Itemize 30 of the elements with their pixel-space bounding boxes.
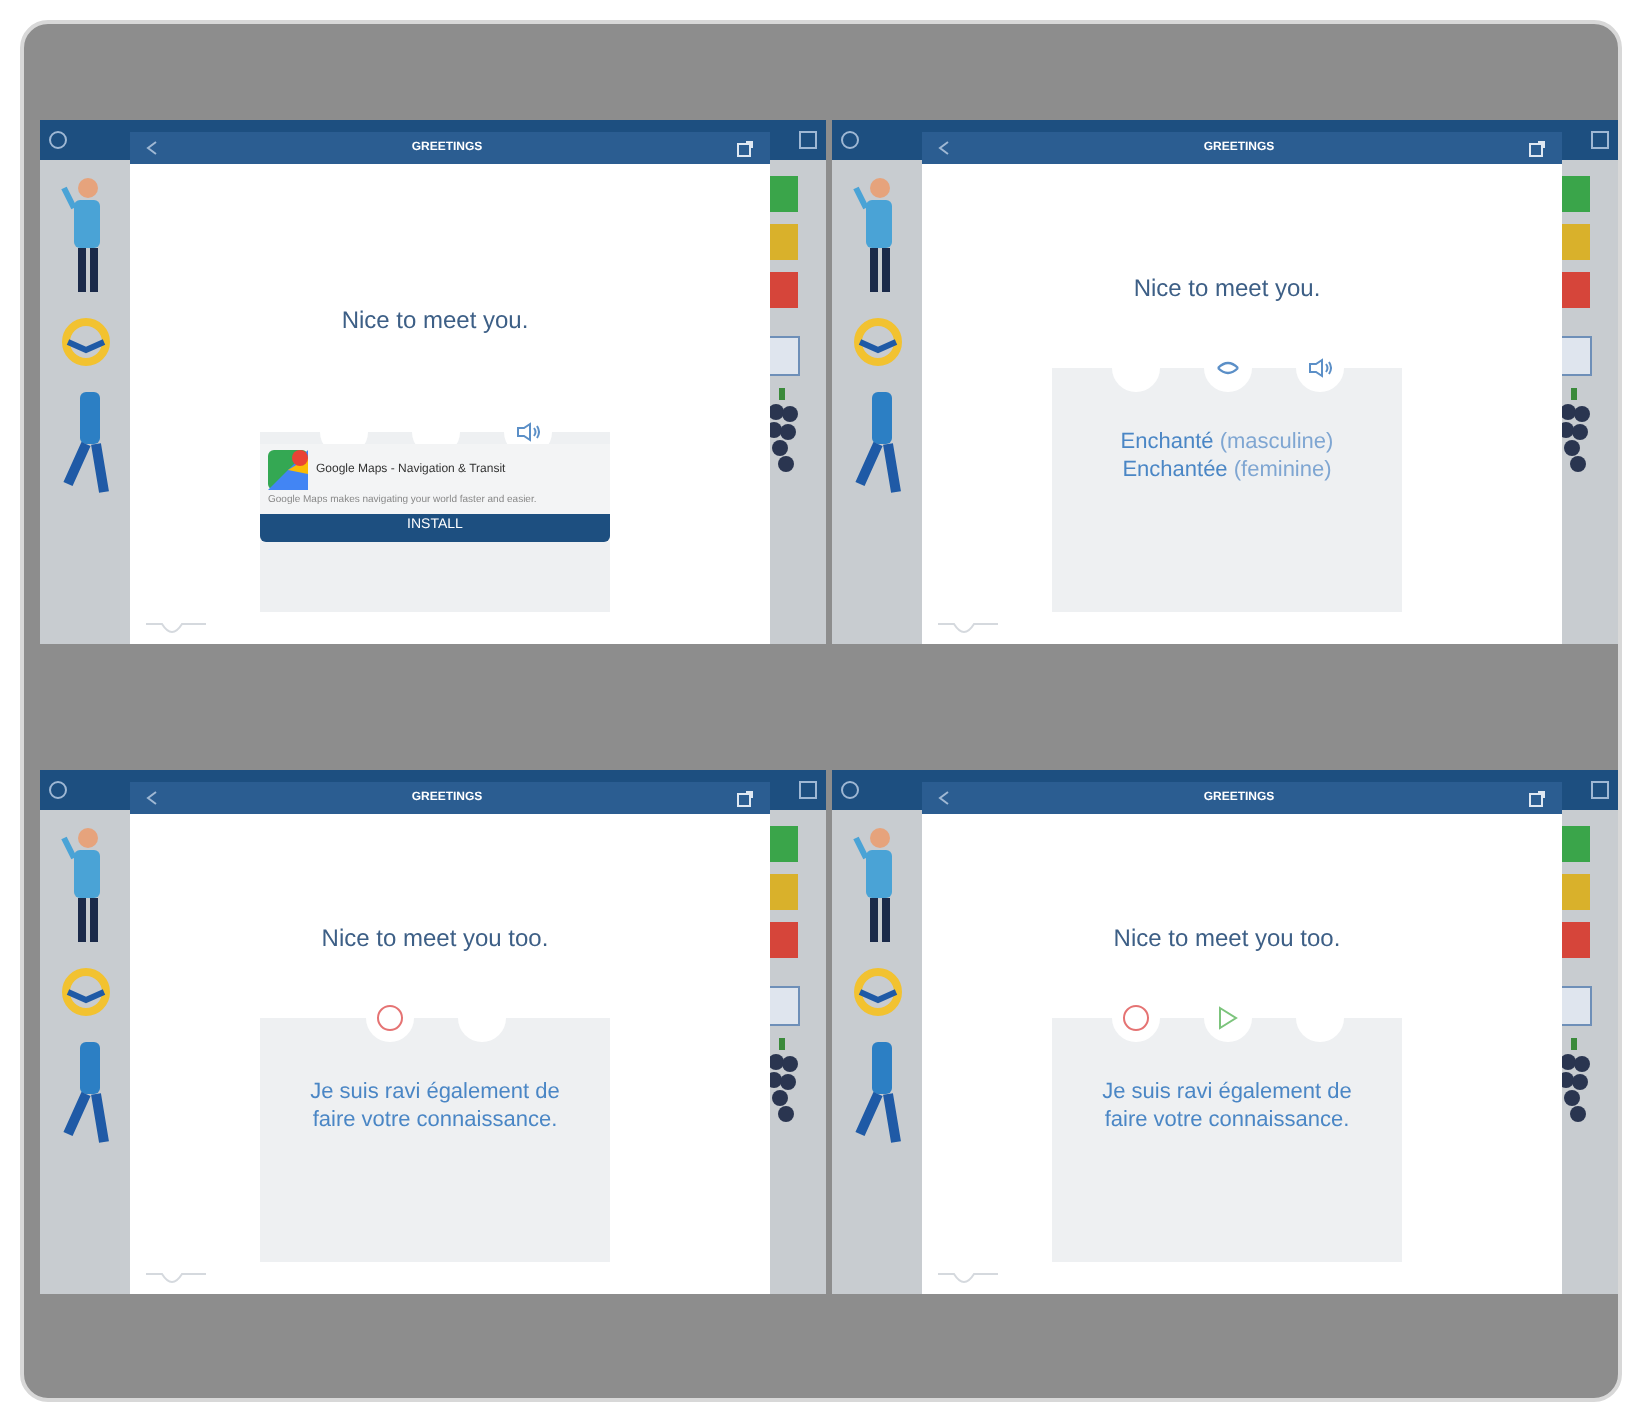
back-chevron-icon[interactable]	[146, 790, 158, 806]
french-translation: Enchanté (masculine)	[1120, 428, 1334, 456]
square-icon	[1590, 130, 1610, 150]
english-phrase: Nice to meet you too.	[321, 922, 549, 956]
record-icon	[1121, 1004, 1149, 1032]
square-icon	[1590, 780, 1610, 800]
speaker-icon	[515, 422, 539, 442]
steering-wheel-icon	[852, 966, 904, 1018]
french-translation: Je suis ravi également de faire votre connaissance.	[1100, 1078, 1354, 1134]
back-chevron-icon[interactable]	[938, 790, 950, 806]
share-icon[interactable]	[1528, 789, 1546, 807]
share-icon[interactable]	[736, 139, 754, 157]
share-icon[interactable]	[1528, 139, 1546, 157]
map-app-icon	[268, 450, 308, 490]
square-icon	[798, 130, 818, 150]
share-icon[interactable]	[736, 789, 754, 807]
english-phrase: Nice to meet you too.	[1113, 922, 1341, 956]
back-chevron-icon[interactable]	[938, 140, 950, 156]
speaker-icon	[1307, 358, 1331, 378]
english-phrase: Nice to meet you.	[1133, 272, 1321, 306]
french-translation: Enchantée (feminine)	[1122, 456, 1332, 484]
steering-wheel-icon	[60, 316, 112, 368]
play-icon	[1217, 1006, 1237, 1030]
steering-wheel-icon	[60, 966, 112, 1018]
square-icon	[798, 780, 818, 800]
french-translation: Je suis ravi également de faire votre connaissance.	[308, 1078, 562, 1134]
english-phrase: Nice to meet you.	[341, 304, 529, 338]
back-chevron-icon[interactable]	[146, 140, 158, 156]
record-icon	[375, 1004, 403, 1032]
steering-wheel-icon	[852, 316, 904, 368]
